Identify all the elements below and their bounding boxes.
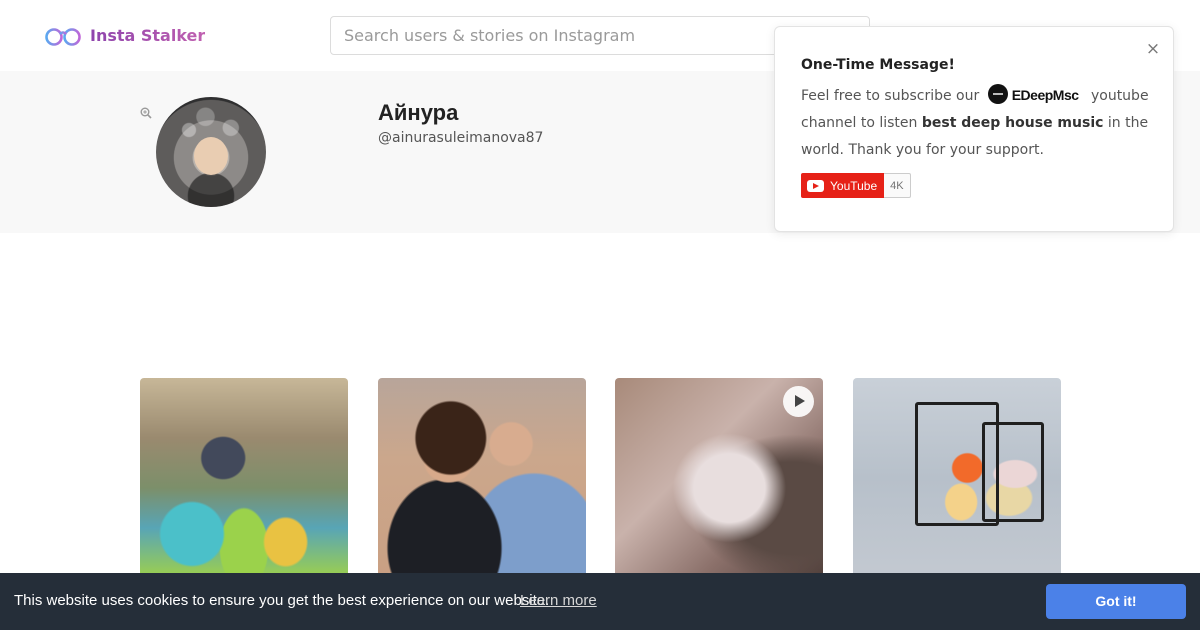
post-thumbnail[interactable] [378,378,586,578]
post-thumbnail[interactable] [615,378,823,578]
youtube-subscribe: YouTube 4K [801,173,911,198]
youtube-icon [807,179,824,192]
post-thumbnail[interactable] [853,378,1061,578]
logo-text: Insta Stalker [90,25,206,45]
brand-name: EDeepMsc [1011,87,1079,103]
avatar-face [194,137,228,175]
profile-handle: @ainurasuleimanova87 [378,130,544,146]
close-icon[interactable]: × [1145,41,1161,58]
popup-bold-phrase: best deep house music [921,115,1104,131]
profile-name: Айнура [378,100,459,125]
glasses-icon [44,24,82,46]
youtube-label: YouTube [830,178,878,193]
got-it-button[interactable]: Got it! [1046,584,1186,619]
post-thumbnail[interactable] [140,378,348,578]
popup-text-prefix: Feel free to subscribe our [801,88,980,104]
edeepmsc-logo-icon [987,84,1008,104]
cookie-message: This website uses cookies to ensure you … [14,592,550,609]
avatar[interactable] [156,97,266,207]
food-tray [981,422,1045,522]
play-icon [783,386,814,417]
logo[interactable]: Insta Stalker [44,22,205,48]
popup-message: Feel free to subscribe our EDeepMsc yout… [801,82,1151,164]
learn-more-link[interactable]: Learn more [520,592,597,609]
youtube-subscriber-count: 4K [884,173,911,198]
cookie-banner: This website uses cookies to ensure you … [0,573,1200,630]
youtube-subscribe-button[interactable]: YouTube [801,173,885,198]
one-time-message-popup: × One-Time Message! Feel free to subscri… [774,26,1174,232]
popup-title: One-Time Message! [801,57,955,73]
zoom-in-icon[interactable] [140,104,152,119]
